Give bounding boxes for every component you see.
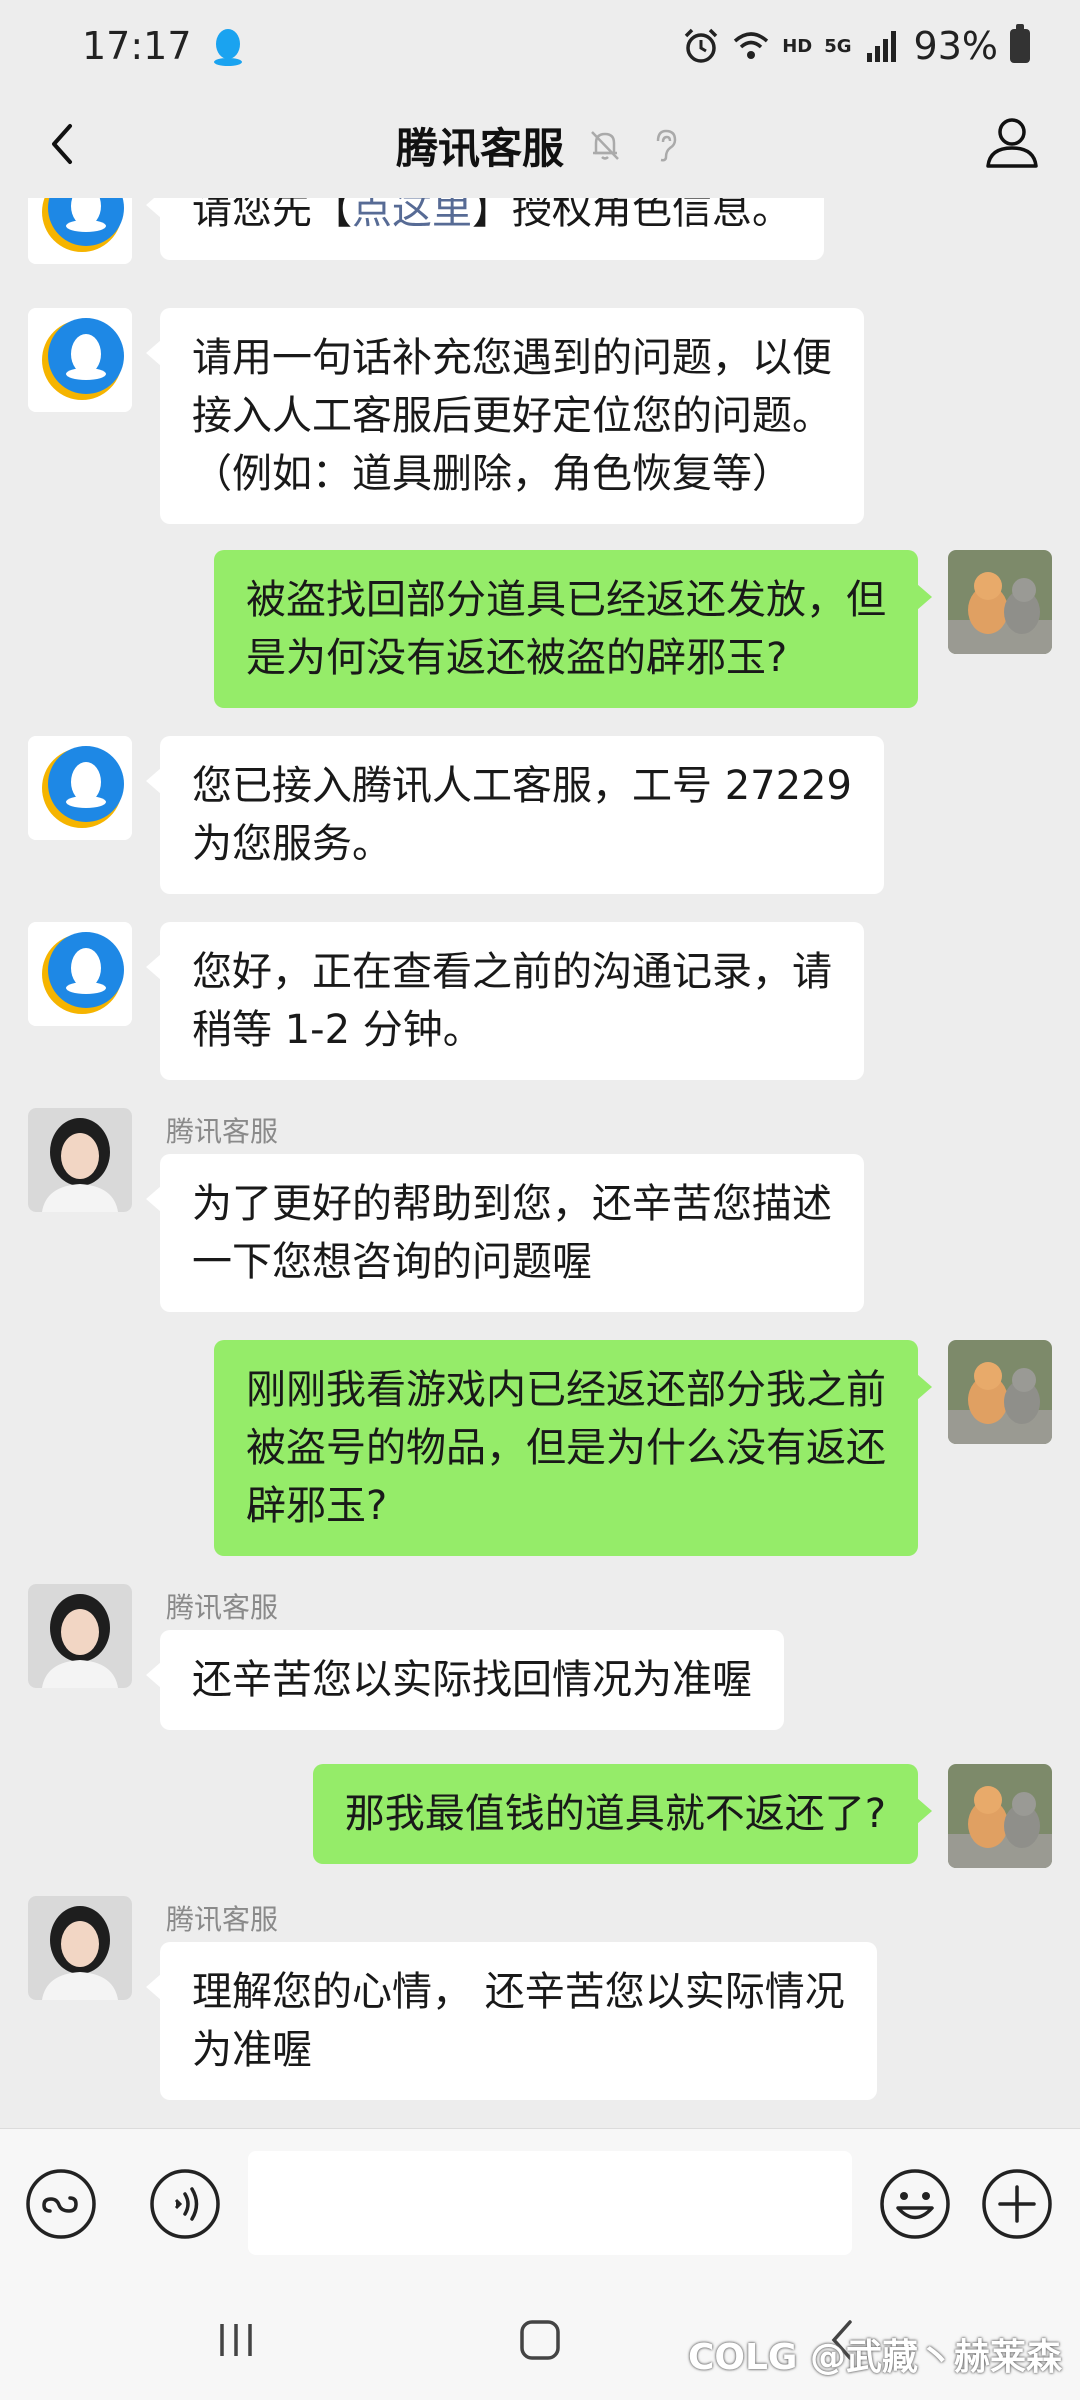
message-line: 是为何没有返还被盗的辟邪玉? bbox=[246, 635, 788, 681]
sender-name: 腾讯客服 bbox=[166, 1591, 279, 1624]
cat-photo-icon bbox=[948, 1764, 1052, 1868]
status-time: 17:17 bbox=[82, 24, 192, 68]
message-bubble[interactable]: 请用一句话补充您遇到的问题，以便 接入人工客服后更好定位您的问题。 （例如：道具… bbox=[146, 308, 864, 524]
message-bubble[interactable]: 刚刚我看游戏内已经返还部分我之前 被盗号的物品，但是为什么没有返还 辟邪玉? bbox=[214, 1340, 932, 1556]
qq-avatar[interactable] bbox=[28, 922, 132, 1026]
agent-avatar[interactable] bbox=[28, 1108, 132, 1212]
message-bubble[interactable]: 那我最值钱的道具就不返还了? bbox=[312, 1764, 933, 1864]
agent-photo-icon bbox=[28, 1584, 132, 1688]
ear-icon bbox=[656, 129, 677, 162]
message-bubble[interactable]: 请您先【点这里】授权角色信息。 bbox=[146, 198, 824, 260]
message-bubble[interactable]: 为了更好的帮助到您，还辛苦您描述 一下您想咨询的问题喔 bbox=[146, 1154, 864, 1312]
qq-avatar[interactable] bbox=[28, 198, 132, 264]
cat-photo-icon bbox=[948, 1340, 1052, 1444]
qq-logo-icon bbox=[28, 308, 132, 412]
system-nav-bar: COLG @武藏丶赫莱森 bbox=[0, 2280, 1080, 2400]
qq-logo-icon bbox=[28, 922, 132, 1026]
cat-avatar[interactable] bbox=[948, 550, 1052, 654]
agent-avatar[interactable] bbox=[28, 1584, 132, 1688]
qq-logo-icon bbox=[28, 736, 132, 840]
message-line: 理解您的心情， 还辛苦您以实际情况 bbox=[192, 1969, 845, 2015]
message-line: 还辛苦您以实际找回情况为准喔 bbox=[192, 1657, 752, 1703]
message-line: 请用一句话补充您遇到的问题，以便 bbox=[192, 335, 832, 381]
mute-bell-icon bbox=[591, 131, 619, 160]
profile-button[interactable] bbox=[980, 110, 1044, 174]
agent-avatar[interactable] bbox=[28, 1896, 132, 2000]
network-type: 5G bbox=[824, 35, 852, 57]
message-line: 接入人工客服后更好定位您的问题。 bbox=[192, 393, 832, 439]
header-title-group: 腾讯客服 bbox=[396, 115, 684, 176]
page-title: 腾讯客服 bbox=[395, 123, 564, 173]
message-line: 稍等 1-2 分钟。 bbox=[192, 1007, 483, 1053]
emoji-button[interactable] bbox=[878, 2167, 952, 2241]
sender-name: 腾讯客服 bbox=[166, 1115, 279, 1148]
chat-header: 腾讯客服 bbox=[0, 92, 1080, 198]
cat-avatar[interactable] bbox=[948, 1764, 1052, 1868]
message-line: 被盗找回部分道具已经返还发放，但 bbox=[246, 577, 886, 623]
input-bar bbox=[0, 2128, 1080, 2280]
cat-photo-icon bbox=[948, 550, 1052, 654]
sender-name: 腾讯客服 bbox=[166, 1903, 279, 1936]
message-line: 为了更好的帮助到您，还辛苦您描述 bbox=[192, 1181, 832, 1227]
message-text: 请您先【 bbox=[192, 198, 352, 233]
message-bubble[interactable]: 您已接入腾讯人工客服，工号 27229 为您服务。 bbox=[146, 736, 884, 894]
mini-program-button[interactable] bbox=[24, 2167, 98, 2241]
battery-icon bbox=[1010, 24, 1030, 63]
hd-indicator: HD bbox=[782, 35, 813, 57]
signal-icon bbox=[866, 31, 896, 62]
message-input[interactable] bbox=[248, 2151, 852, 2255]
cat-avatar[interactable] bbox=[948, 1340, 1052, 1444]
add-more-button[interactable] bbox=[980, 2167, 1054, 2241]
message-text: 】授权角色信息。 bbox=[472, 198, 792, 233]
home-icon[interactable] bbox=[512, 2312, 568, 2368]
watermark: COLG @武藏丶赫莱森 bbox=[687, 2337, 1062, 2378]
recent-apps-icon[interactable] bbox=[208, 2312, 264, 2368]
back-button[interactable] bbox=[34, 114, 94, 174]
message-bubble[interactable]: 理解您的心情， 还辛苦您以实际情况 为准喔 bbox=[146, 1942, 877, 2100]
message-list[interactable]: 请您先【点这里】授权角色信息。 请用一句话补充您遇到的问题，以便 接入人工客服后… bbox=[0, 198, 1080, 2128]
agent-photo-icon bbox=[28, 1896, 132, 2000]
message-line: 一下您想咨询的问题喔 bbox=[192, 1239, 592, 1285]
message-line: 为您服务。 bbox=[192, 821, 392, 867]
wifi-icon bbox=[734, 32, 769, 59]
message-line: 您好，正在查看之前的沟通记录，请 bbox=[192, 949, 832, 995]
message-line: 刚刚我看游戏内已经返还部分我之前 bbox=[246, 1367, 886, 1413]
authorize-link[interactable]: 点这里 bbox=[352, 198, 472, 233]
message-line: 被盗号的物品，但是为什么没有返还 bbox=[246, 1425, 886, 1471]
battery-percent: 93% bbox=[913, 24, 998, 68]
message-bubble[interactable]: 被盗找回部分道具已经返还发放，但 是为何没有返还被盗的辟邪玉? bbox=[214, 550, 932, 708]
status-bar: 17:17 HD 5G 93% bbox=[0, 0, 1080, 92]
message-line: 您已接入腾讯人工客服，工号 27229 bbox=[192, 763, 852, 809]
qq-avatar[interactable] bbox=[28, 308, 132, 412]
qq-notification-icon bbox=[213, 29, 242, 66]
qq-avatar[interactable] bbox=[28, 736, 132, 840]
alarm-icon bbox=[684, 28, 718, 63]
message-bubble[interactable]: 您好，正在查看之前的沟通记录，请 稍等 1-2 分钟。 bbox=[146, 922, 864, 1080]
agent-photo-icon bbox=[28, 1108, 132, 1212]
message-line: （例如：道具删除，角色恢复等） bbox=[192, 451, 792, 497]
message-bubble[interactable]: 还辛苦您以实际找回情况为准喔 bbox=[146, 1630, 784, 1730]
message-line: 为准喔 bbox=[192, 2027, 312, 2073]
qq-logo-icon bbox=[28, 198, 132, 264]
voice-button[interactable] bbox=[148, 2167, 222, 2241]
message-line: 辟邪玉? bbox=[246, 1483, 388, 1529]
message-line: 那我最值钱的道具就不返还了? bbox=[344, 1791, 886, 1837]
